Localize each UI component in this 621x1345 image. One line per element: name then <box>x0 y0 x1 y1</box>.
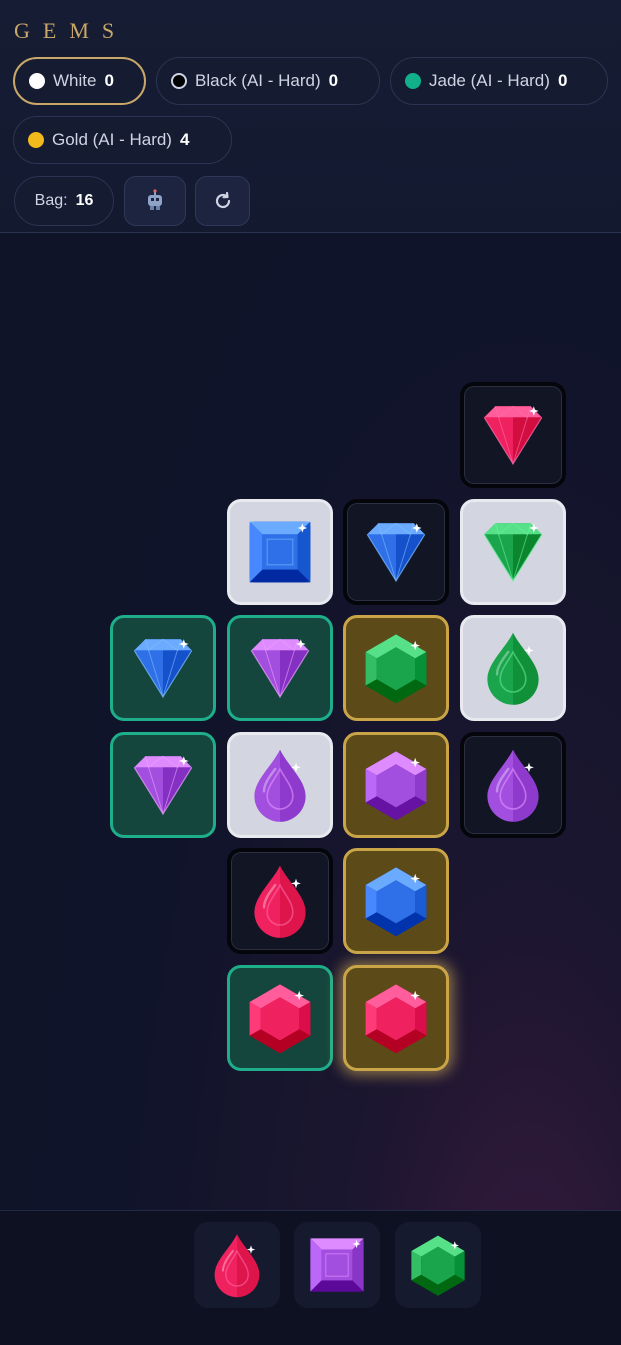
purple-diamond-gem-icon <box>133 755 193 815</box>
player-gold[interactable]: Gold (AI - Hard) 4 <box>13 116 232 164</box>
restart-button[interactable] <box>195 176 250 226</box>
board-tile[interactable] <box>110 615 216 721</box>
blue-square-gem-icon <box>249 521 310 582</box>
hand-gem-slot[interactable] <box>294 1222 380 1308</box>
red-drop-gem-icon <box>214 1234 260 1298</box>
board-tile[interactable] <box>226 615 333 721</box>
player-score: 4 <box>179 130 190 149</box>
board-tile[interactable] <box>459 498 566 605</box>
purple-drop-gem-icon <box>486 749 539 822</box>
board-tile[interactable] <box>110 731 216 838</box>
purple-hexagon-gem-icon <box>365 750 427 820</box>
board-tile[interactable] <box>459 731 566 838</box>
board-tile[interactable] <box>343 498 449 605</box>
board-tile[interactable] <box>226 964 333 1071</box>
blue-hexagon-gem-icon <box>365 867 427 937</box>
board-tile[interactable] <box>226 848 333 954</box>
bag-counter: Bag: 16 <box>14 176 114 226</box>
bag-label: Bag: <box>34 192 68 209</box>
game-title: GEMS <box>14 18 128 43</box>
ai-robot-button[interactable] <box>124 176 186 226</box>
green-hexagon-gem-icon <box>365 634 427 704</box>
player-white[interactable]: White 0 <box>13 57 146 105</box>
player-name: Gold (AI - Hard) <box>52 130 172 149</box>
green-hexagon-gem-icon <box>411 1235 465 1296</box>
board-tile[interactable] <box>343 848 449 954</box>
red-drop-gem-icon <box>253 865 306 938</box>
blue-diamond-gem-icon <box>366 522 426 582</box>
player-color-dot <box>405 73 421 89</box>
hand-gem-slot[interactable] <box>395 1222 481 1308</box>
red-hexagon-gem-icon <box>365 983 427 1053</box>
top-bar: GEMS White 0 Black (AI - Hard) 0 Jade (A… <box>0 0 621 233</box>
green-diamond-gem-icon <box>483 522 542 582</box>
purple-drop-gem-icon <box>253 749 306 822</box>
player-name: Black (AI - Hard) <box>195 71 321 90</box>
player-color-dot <box>171 73 187 89</box>
player-color-dot <box>28 132 44 148</box>
red-hexagon-gem-icon <box>249 983 310 1053</box>
player-name: Jade (AI - Hard) <box>429 71 550 90</box>
board-tile[interactable] <box>343 964 449 1071</box>
board-tile[interactable] <box>343 615 449 721</box>
restart-icon <box>215 191 230 209</box>
board-tile[interactable] <box>459 615 566 721</box>
robot-icon <box>148 189 162 210</box>
player-color-dot <box>29 73 45 89</box>
green-drop-gem-icon <box>486 632 539 705</box>
player-score: 0 <box>104 71 114 90</box>
player-score: 0 <box>557 71 568 90</box>
hand-gem-slot[interactable] <box>194 1222 280 1308</box>
board-tile[interactable] <box>226 498 333 605</box>
player-black[interactable]: Black (AI - Hard) 0 <box>156 57 380 105</box>
red-diamond-gem-icon <box>483 405 542 466</box>
player-name: White <box>53 71 97 90</box>
bag-count: 16 <box>75 192 94 209</box>
blue-diamond-gem-icon <box>133 638 193 699</box>
board-tile[interactable] <box>343 731 449 838</box>
board-tile[interactable] <box>226 731 333 838</box>
player-score: 0 <box>328 71 339 90</box>
board-tile[interactable] <box>459 382 566 488</box>
purple-diamond-gem-icon <box>250 638 309 699</box>
purple-square-gem-icon <box>310 1238 364 1292</box>
player-jade[interactable]: Jade (AI - Hard) 0 <box>390 57 608 105</box>
